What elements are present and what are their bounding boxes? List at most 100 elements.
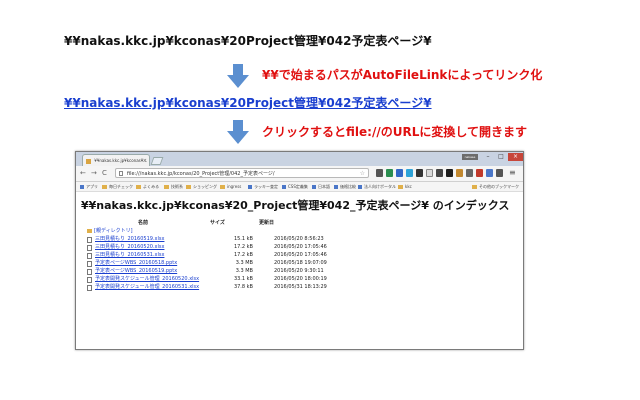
folder-icon [472,185,477,189]
down-arrow-icon [227,64,249,88]
folder-icon [164,185,169,189]
page-icon [119,171,123,176]
column-header-size[interactable]: サイズ [210,219,225,226]
browser-title-bar: ¥¥nakas.kkc.jp¥kconas¥... × nakase – □ × [76,152,523,167]
tab-title: ¥¥nakas.kkc.jp¥kconas¥... [94,158,148,163]
other-bookmarks[interactable]: その他のブックマーク [472,182,519,191]
bookmark-folder[interactable]: よくみる [136,182,159,191]
maximize-button[interactable]: □ [495,153,507,161]
extension-icon[interactable] [406,169,413,177]
user-profile-button[interactable]: nakase [462,154,478,160]
minimize-button[interactable]: – [482,153,494,161]
grid-icon [80,185,84,189]
file-date: 2016/05/20 17:05:46 [274,244,327,250]
file-icon [87,285,92,291]
file-size: 3.3 MB [235,268,253,274]
extension-icon[interactable] [456,169,463,177]
column-header-name[interactable]: 名前 [138,219,148,226]
page-title: ¥¥nakas.kkc.jp¥kconas¥20_Project管理¥042_予… [81,199,510,212]
column-header-date[interactable]: 更新日 [259,219,274,226]
file-name-link[interactable]: 三田見積もり_20160531.xlsx [95,251,164,259]
file-name-link[interactable]: 三田見積もり_20160520.xlsx [95,243,164,251]
extension-icon[interactable] [486,169,493,177]
file-row: 予定表開発スケジュール管理_20160520.xlsx 33.1 kB 2016… [87,275,327,283]
file-row: 予定表開発スケジュール管理_20160531.xlsx 37.8 kB 2016… [87,283,327,291]
file-size: 33.1 kB [233,276,253,282]
file-name-link[interactable]: 三田見積もり_20160519.xlsx [95,235,164,243]
browser-window: ¥¥nakas.kkc.jp¥kconas¥... × nakase – □ ×… [75,151,524,350]
file-date: 2016/05/20 8:56:23 [274,236,324,242]
page-icon [334,185,338,189]
down-arrow-icon [227,120,249,144]
file-size: 37.8 kB [233,284,253,290]
page-icon [282,185,286,189]
extension-icon[interactable] [396,169,403,177]
folder-icon [220,185,225,189]
file-size: 17.2 kB [233,244,253,250]
file-name-link[interactable]: 予定表ページWBS_20160519.pptx [95,267,177,275]
extension-icon[interactable] [476,169,483,177]
page-icon [358,185,362,189]
folder-icon [102,185,107,189]
file-row: 三田見積もり_20160520.xlsx 17.2 kB 2016/05/20 … [87,243,327,251]
file-date: 2016/05/18 19:07:09 [274,260,327,266]
file-row: 三田見積もり_20160519.xlsx 15.1 kB 2016/05/20 … [87,235,327,243]
forward-button[interactable]: → [91,168,97,178]
parent-directory-link[interactable]: [親ディレクトリ] [87,227,133,234]
file-row: 三田見積もり_20160531.xlsx 17.2 kB 2016/05/20 … [87,251,327,259]
file-row: 予定表ページWBS_20160518.pptx 3.3 MB 2016/05/1… [87,259,327,267]
file-row: 予定表ページWBS_20160519.pptx 3.3 MB 2016/05/2… [87,267,327,275]
extension-icon[interactable] [386,169,393,177]
directory-listing-page: ¥¥nakas.kkc.jp¥kconas¥20_Project管理¥042_予… [76,192,523,349]
page-icon [248,185,252,189]
bookmark-link[interactable]: CSS定義集 [282,182,308,191]
extension-icon[interactable] [416,169,423,177]
reload-button[interactable]: C [102,168,107,178]
bookmark-folder[interactable]: ショッピング [186,182,217,191]
file-name-link[interactable]: 予定表ページWBS_20160518.pptx [95,259,177,267]
file-name-link[interactable]: 予定表開発スケジュール管理_20160520.xlsx [95,275,199,283]
bookmark-link[interactable]: 法人向けポータル [358,182,396,191]
file-date: 2016/05/20 18:00:19 [274,276,327,282]
linked-unc-path[interactable]: ¥¥nakas.kkc.jp¥kconas¥20Project管理¥042予定表… [64,94,432,111]
file-size: 17.2 kB [233,252,253,258]
folder-icon [136,185,141,189]
annotation-autolink: ¥¥で始まるパスがAutoFileLinkによってリンク化 [262,68,543,82]
bookmark-apps[interactable]: アプリ [80,182,98,191]
page-icon [312,185,316,189]
bookmark-link[interactable]: ラッキー査定 [248,182,278,191]
address-bar[interactable]: file:///nakas.kkc.jp/kconas/20_Project管理… [115,168,369,178]
new-tab-button[interactable] [150,157,164,165]
up-folder-icon [87,228,92,233]
file-size: 3.3 MB [235,260,253,266]
plain-unc-path: ¥¥nakas.kkc.jp¥kconas¥20Project管理¥042予定表… [64,34,432,48]
bookmark-link[interactable]: 日本語 [312,182,330,191]
bookmark-folder[interactable]: kkc [398,182,412,191]
browser-toolbar: ← → C file:///nakas.kkc.jp/kconas/20_Pro… [76,166,523,182]
extension-icon[interactable] [466,169,473,177]
file-date: 2016/05/31 18:13:29 [274,284,327,290]
annotation-file-url: クリックするとfile://のURLに変換して開きます [262,125,527,139]
extension-icon[interactable] [496,169,503,177]
extension-icon[interactable] [436,169,443,177]
bookmark-folder[interactable]: ingress [220,182,241,191]
bookmark-folder[interactable]: 毎日チェック [102,182,133,191]
bookmark-link[interactable]: 価格比較 [334,182,356,191]
file-name-link[interactable]: 予定表開発スケジュール管理_20160531.xlsx [95,283,199,291]
back-button[interactable]: ← [80,168,86,178]
browser-menu-icon[interactable]: ≡ [509,167,516,179]
extension-icon[interactable] [376,169,383,177]
close-window-button[interactable]: × [508,153,523,161]
file-size: 15.1 kB [233,236,253,242]
bookmark-star-icon[interactable]: ☆ [360,169,365,179]
file-date: 2016/05/20 17:05:46 [274,252,327,258]
extension-icon[interactable] [426,169,433,177]
folder-icon [86,158,91,164]
folder-icon [398,185,403,189]
address-text: file:///nakas.kkc.jp/kconas/20_Project管理… [127,171,275,177]
extension-icon[interactable] [446,169,453,177]
bookmarks-bar: アプリ 毎日チェック よくみる 技術系 ショッピング ingress ラッキー査… [76,182,523,192]
file-date: 2016/05/20 9:30:11 [274,268,324,274]
folder-icon [186,185,191,189]
bookmark-folder[interactable]: 技術系 [164,182,183,191]
